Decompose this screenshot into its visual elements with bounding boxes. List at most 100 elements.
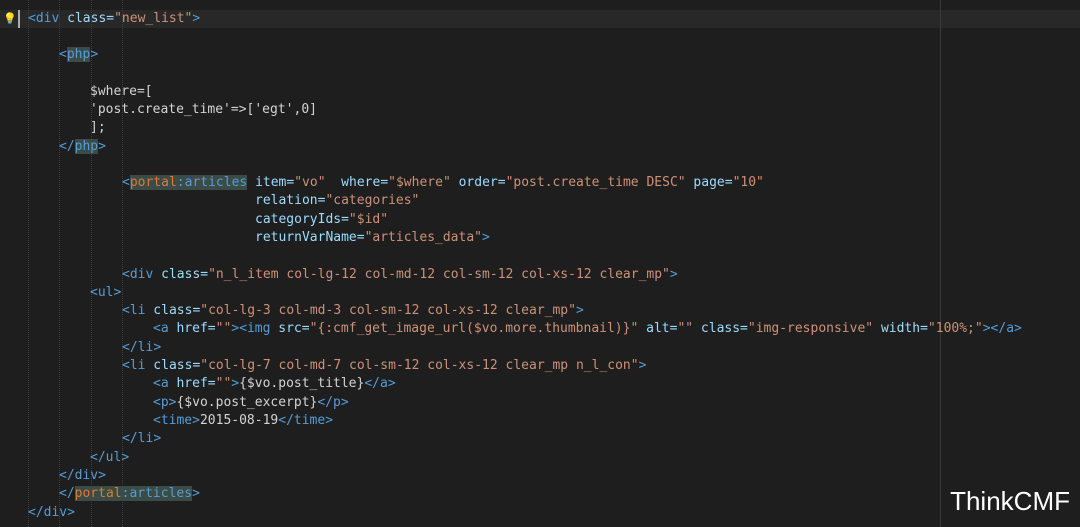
code-token: > <box>67 505 75 520</box>
code-line[interactable]: ]; <box>90 119 106 137</box>
code-token: href= <box>168 321 216 336</box>
code-token: class= <box>145 303 201 318</box>
code-line[interactable]: <div class="n_l_item col-lg-12 col-md-12… <box>122 266 678 284</box>
code-line[interactable]: <li class="col-lg-3 col-md-3 col-sm-12 c… <box>122 302 584 320</box>
lightbulb-icon[interactable]: 💡 <box>3 10 17 28</box>
code-token: > <box>98 139 106 154</box>
code-line[interactable]: categoryIds="$id" <box>255 211 388 229</box>
code-token: > <box>481 230 490 245</box>
code-token: where= <box>325 175 389 190</box>
code-token: div <box>43 505 68 520</box>
code-token: </ <box>59 468 75 483</box>
code-token: ul <box>105 450 122 465</box>
code-token: </ <box>122 431 138 446</box>
code-line[interactable]: 'post.create_time'=>['egt',0] <box>90 101 317 119</box>
code-token: </ <box>90 450 106 465</box>
code-token: li <box>137 340 154 355</box>
code-token: "" <box>215 321 232 336</box>
code-token: > <box>1014 321 1022 336</box>
code-token: < <box>153 321 161 336</box>
code-token: </ <box>364 376 380 391</box>
code-line[interactable]: <time>2015-08-19</time> <box>153 412 333 430</box>
code-line[interactable]: <p>{$vo.post_excerpt}</p> <box>153 394 349 412</box>
code-token: li <box>129 303 146 318</box>
code-line[interactable]: <li class="col-lg-7 col-md-7 col-sm-12 c… <box>122 357 646 375</box>
code-token: php <box>66 47 91 62</box>
code-token: ></ <box>982 321 1007 336</box>
code-token: a <box>160 376 169 391</box>
code-token: > <box>325 413 334 428</box>
code-token: "" <box>215 376 232 391</box>
code-token: div <box>74 468 99 483</box>
code-token: :articles <box>121 486 193 501</box>
code-token: class= <box>59 11 115 26</box>
code-line[interactable]: </ul> <box>90 449 129 467</box>
code-token: img <box>246 321 271 336</box>
code-token: < <box>153 376 161 391</box>
code-token: "col-lg-7 col-md-7 col-sm-12 col-xs-12 c… <box>200 358 639 373</box>
code-token: "categories" <box>325 193 420 208</box>
code-line[interactable]: </div> <box>28 504 75 522</box>
code-token: "img-responsive" <box>747 321 874 336</box>
code-token: < <box>122 303 130 318</box>
code-token: href= <box>168 376 216 391</box>
code-token: "col-lg-3 col-md-3 col-sm-12 col-xs-12 c… <box>200 303 576 318</box>
code-token: li <box>129 358 146 373</box>
code-token: < <box>122 358 130 373</box>
code-token: </ <box>59 139 75 154</box>
code-token: ul <box>97 285 114 300</box>
code-token: alt= <box>638 321 678 336</box>
code-line[interactable]: <a href="">{$vo.post_title}</a> <box>153 375 396 393</box>
code-token: order= <box>450 175 506 190</box>
code-line[interactable]: <portal:articles item="vo" where="$where… <box>122 174 764 192</box>
code-token: class= <box>145 358 201 373</box>
code-token: {$vo.post_excerpt} <box>176 395 318 410</box>
code-token: </ <box>122 340 138 355</box>
code-token: < <box>90 285 98 300</box>
code-token: div <box>35 11 60 26</box>
code-line[interactable]: </portal:articles> <box>59 485 200 503</box>
code-token: p <box>333 395 341 410</box>
code-token: portal <box>129 175 177 190</box>
code-token: < <box>122 267 130 282</box>
code-line[interactable]: <ul> <box>90 284 121 302</box>
code-token: "" <box>677 321 694 336</box>
code-token: > <box>90 47 99 62</box>
code-token: li <box>137 431 154 446</box>
code-token: a <box>1006 321 1015 336</box>
indent-guide <box>91 0 92 527</box>
code-token: > <box>113 285 122 300</box>
code-token: > <box>192 413 200 428</box>
code-token: < <box>59 47 67 62</box>
code-line[interactable]: </php> <box>59 138 106 156</box>
code-token: "{:cmf_get_image_url($vo.more.thumbnail)… <box>309 321 639 336</box>
code-line[interactable]: relation="categories" <box>255 192 419 210</box>
code-token: item= <box>247 175 295 190</box>
code-line[interactable]: </div> <box>59 467 106 485</box>
code-line[interactable]: <a href=""><img src="{:cmf_get_image_url… <box>153 320 1022 338</box>
code-token: ]; <box>90 120 106 135</box>
code-token: "new_list" <box>114 11 193 26</box>
text-cursor <box>18 10 20 28</box>
code-line[interactable]: $where=[ <box>90 83 153 101</box>
indent-guide <box>59 0 60 527</box>
code-token: page= <box>685 175 733 190</box>
code-line[interactable]: returnVarName="articles_data"> <box>255 229 490 247</box>
code-token: "n_l_item col-lg-12 col-md-12 col-sm-12 … <box>208 267 670 282</box>
code-token: returnVarName= <box>255 230 365 245</box>
code-line[interactable]: <php> <box>59 46 98 64</box>
code-token: {$vo.post_title} <box>239 376 365 391</box>
code-token: </ <box>278 413 294 428</box>
code-line[interactable]: <div class="new_list"> <box>28 10 200 28</box>
code-editor[interactable]: 💡 <div class="new_list"> <php> $where=['po… <box>0 0 1080 527</box>
code-line[interactable]: </li> <box>122 339 161 357</box>
code-token: "vo" <box>294 175 326 190</box>
code-token: < <box>122 175 130 190</box>
code-token: > <box>575 303 584 318</box>
code-token: php <box>74 139 99 154</box>
code-line[interactable]: </li> <box>122 430 161 448</box>
code-token: div <box>129 267 154 282</box>
code-token: </ <box>28 505 44 520</box>
code-token: >< <box>231 321 247 336</box>
code-token: </ <box>59 486 75 501</box>
